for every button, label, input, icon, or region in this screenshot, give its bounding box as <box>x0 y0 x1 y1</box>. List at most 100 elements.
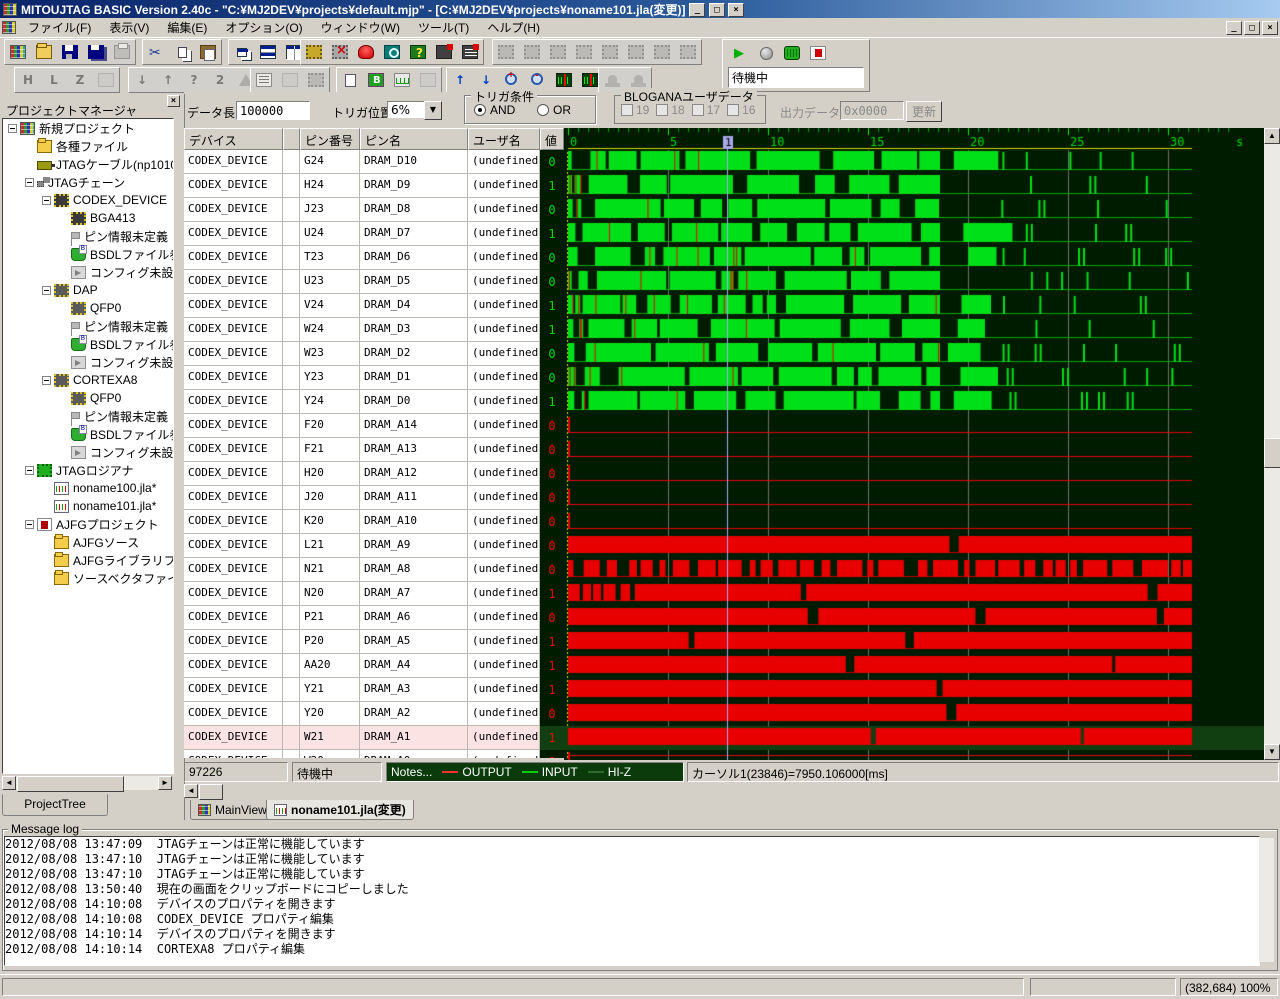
blogana-checkbox-16[interactable]: 16 <box>727 103 755 117</box>
new-waveform-icon[interactable] <box>337 68 363 92</box>
table-row-DRAM_D7[interactable]: CODEX_DEVICEU24DRAM_D7(undefined) <box>184 222 540 246</box>
tree-item-ソースベクタファイル[interactable]: ソースベクタファイル <box>3 569 173 587</box>
table-row-DRAM_A3[interactable]: CODEX_DEVICEY21DRAM_A3(undefined) <box>184 678 540 702</box>
column-header-blank[interactable] <box>283 128 300 150</box>
blogana-checkbox-19[interactable]: 19 <box>621 103 649 117</box>
table-row-DRAM_D3[interactable]: CODEX_DEVICEW24DRAM_D3(undefined) <box>184 318 540 342</box>
table-row-DRAM_A12[interactable]: CODEX_DEVICEH20DRAM_A12(undefined) <box>184 462 540 486</box>
mdi-restore-button[interactable]: □ <box>1244 21 1260 35</box>
or-radio[interactable]: OR <box>537 103 571 117</box>
tree-item-AJFGソース[interactable]: AJFGソース <box>3 533 173 551</box>
table-row-DRAM_A14[interactable]: CODEX_DEVICEF20DRAM_A14(undefined) <box>184 414 540 438</box>
menu-オプション(O)[interactable]: オプション(O) <box>216 17 311 38</box>
tree-item-BGA413[interactable]: BGA413 <box>3 209 173 227</box>
table-row-DRAM_D8[interactable]: CODEX_DEVICEJ23DRAM_D8(undefined) <box>184 198 540 222</box>
column-header-値[interactable]: 値 <box>540 128 564 150</box>
tree-item-ピン情報未定義[interactable]: ピン情報未定義 <box>3 317 173 335</box>
tree-item-コンフィグ未設定[interactable]: コンフィグ未設定 <box>3 443 173 461</box>
query-device-icon[interactable]: ? <box>181 68 207 92</box>
chip-tool-icon[interactable] <box>303 68 329 92</box>
paste-icon[interactable] <box>195 40 221 64</box>
tree-item-BSDLファイル参[interactable]: BSDLファイル参 <box>3 425 173 443</box>
table-row-DRAM_A5[interactable]: CODEX_DEVICEP20DRAM_A5(undefined) <box>184 630 540 654</box>
trigger-pos-select[interactable]: 6% ▼ <box>387 101 442 118</box>
save-icon[interactable] <box>57 40 83 64</box>
tree-item-noname101.jla*[interactable]: noname101.jla* <box>3 497 173 515</box>
message-log-list[interactable]: 2012/08/08 13:47:09 JTAGチェーンは正常に機能しています2… <box>4 836 1260 966</box>
column-header-ピン番号[interactable]: ピン番号 <box>300 128 360 150</box>
pulse-capture-icon[interactable] <box>389 68 415 92</box>
tree-item-noname100.jla*[interactable]: noname100.jla* <box>3 479 173 497</box>
jtag-reset-icon[interactable] <box>353 40 379 64</box>
waveform-view-icon[interactable] <box>551 68 577 92</box>
scroll-left-icon[interactable]: ◄ <box>2 776 16 790</box>
tree-item-ピン情報未定義[interactable]: ピン情報未定義 <box>3 407 173 425</box>
cut-icon[interactable] <box>143 40 169 64</box>
menu-ヘルプ(H)[interactable]: ヘルプ(H) <box>478 17 549 38</box>
table-row-DRAM_A13[interactable]: CODEX_DEVICEF21DRAM_A13(undefined) <box>184 438 540 462</box>
menu-ツール(T)[interactable]: ツール(T) <box>409 17 478 38</box>
tree-item-DAP[interactable]: DAP <box>3 281 173 299</box>
run-status-field[interactable]: 待機中 <box>728 67 864 88</box>
tree-expander-icon[interactable] <box>25 466 34 475</box>
tree-item-BSDLファイル参[interactable]: BSDLファイル参 <box>3 245 173 263</box>
logana-enable-icon[interactable] <box>779 41 805 65</box>
set-hiz-icon[interactable]: Z <box>67 68 93 92</box>
update-button[interactable]: 更新 <box>906 101 942 122</box>
menu-編集(E)[interactable]: 編集(E) <box>158 17 216 38</box>
logana-abort-icon[interactable] <box>805 41 831 65</box>
table-row-DRAM_D9[interactable]: CODEX_DEVICEH24DRAM_D9(undefined) <box>184 174 540 198</box>
open-file-icon[interactable] <box>31 40 57 64</box>
scroll-down-arrow-icon[interactable]: ▼ <box>1264 744 1280 760</box>
pcb-check-icon[interactable] <box>405 40 431 64</box>
table-row-DRAM_A7[interactable]: CODEX_DEVICEN20DRAM_A7(undefined) <box>184 582 540 606</box>
table-row-DRAM_D5[interactable]: CODEX_DEVICEU23DRAM_D5(undefined) <box>184 270 540 294</box>
tree-item-AJFGライブラリファイル[interactable]: AJFGライブラリファイル <box>3 551 173 569</box>
tree-item-新規プロジェクト[interactable]: 新規プロジェクト <box>3 119 173 137</box>
tree-expander-icon[interactable] <box>42 286 51 295</box>
mdi-close-button[interactable]: × <box>1262 21 1278 35</box>
table-row-DRAM_A8[interactable]: CODEX_DEVICEN21DRAM_A8(undefined) <box>184 558 540 582</box>
restore-button[interactable]: □ <box>709 3 725 17</box>
table-row-DRAM_A2[interactable]: CODEX_DEVICEY20DRAM_A2(undefined) <box>184 702 540 726</box>
menu-ウィンドウ(W)[interactable]: ウィンドウ(W) <box>312 17 409 38</box>
tree-item-コンフィグ未設定[interactable]: コンフィグ未設定 <box>3 353 173 371</box>
blank2-icon[interactable] <box>415 68 441 92</box>
add-device-icon[interactable] <box>431 40 457 64</box>
table-row-DRAM_D4[interactable]: CODEX_DEVICEV24DRAM_D4(undefined) <box>184 294 540 318</box>
register-list-icon[interactable] <box>251 68 277 92</box>
new-project-icon[interactable] <box>5 40 31 64</box>
jtag-probe-icon[interactable] <box>301 40 327 64</box>
tree-item-QFP0[interactable]: QFP0 <box>3 299 173 317</box>
view-tab-noname101.jla(変更)[interactable]: noname101.jla(変更) <box>266 800 414 820</box>
scroll-up-arrow-icon[interactable]: ▲ <box>1264 128 1280 144</box>
project-tree-tab[interactable]: ProjectTree <box>2 794 108 816</box>
minimize-button[interactable]: _ <box>689 3 705 17</box>
blank-tool-icon[interactable] <box>277 68 303 92</box>
menu-表示(V)[interactable]: 表示(V) <box>100 17 158 38</box>
or-radio-icon[interactable] <box>537 104 549 116</box>
set-low-icon[interactable]: L <box>41 68 67 92</box>
table-row-DRAM_D1[interactable]: CODEX_DEVICEY23DRAM_D1(undefined) <box>184 366 540 390</box>
data-length-input[interactable] <box>236 101 310 120</box>
save-all-icon[interactable] <box>83 40 109 64</box>
tree-item-コンフィグ未設定[interactable]: コンフィグ未設定 <box>3 263 173 281</box>
read-device-icon[interactable]: ↑ <box>155 68 181 92</box>
table-row-DRAM_A1[interactable]: CODEX_DEVICEW21DRAM_A1(undefined) <box>184 726 540 750</box>
and-radio-icon[interactable] <box>474 104 486 116</box>
table-row-DRAM_A0[interactable]: CODEX_DEVICEW20DRAM_A0(undefined) <box>184 750 540 758</box>
tree-item-JTAGチェーン[interactable]: JTAGチェーン <box>3 173 173 191</box>
stop-capture-icon[interactable] <box>753 41 779 65</box>
boundary-scan-icon[interactable] <box>379 40 405 64</box>
bram-icon[interactable] <box>363 68 389 92</box>
table-row-DRAM_A4[interactable]: CODEX_DEVICEAA20DRAM_A4(undefined) <box>184 654 540 678</box>
message-log-scrollbar[interactable] <box>1259 838 1274 962</box>
cascade-windows-icon[interactable] <box>229 40 255 64</box>
table-row-DRAM_A6[interactable]: CODEX_DEVICEP21DRAM_A6(undefined) <box>184 606 540 630</box>
and-radio[interactable]: AND <box>474 103 515 117</box>
close-button[interactable]: × <box>728 3 744 17</box>
tree-item-AJFGプロジェクト[interactable]: AJFGプロジェクト <box>3 515 173 533</box>
tile-horizontal-icon[interactable] <box>255 40 281 64</box>
waveform-canvas[interactable] <box>564 128 1264 760</box>
scroll-right-icon[interactable]: ► <box>158 776 172 790</box>
